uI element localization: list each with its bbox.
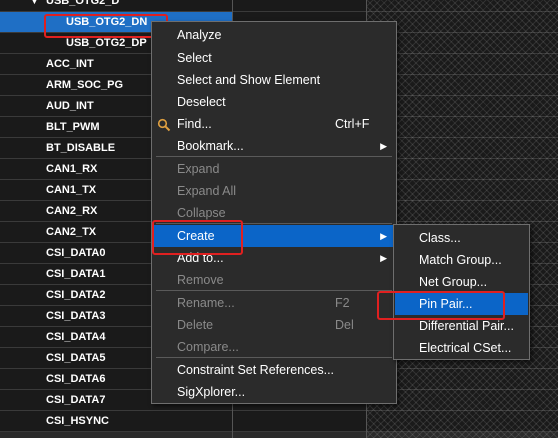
- submenu-arrow-icon: ▶: [380, 141, 387, 151]
- submenu-item-label: Electrical CSet...: [419, 341, 512, 355]
- tree-row-label: ▼ USB_OTG2_D: [0, 0, 232, 11]
- find-icon: [157, 117, 171, 132]
- menu-item-label: Constraint Set References...: [177, 363, 335, 377]
- menu-item-bookmark[interactable]: Bookmark... ▶: [153, 135, 395, 157]
- menu-item-label: Delete: [177, 318, 214, 332]
- menu-item-compare: Compare...: [153, 336, 395, 358]
- submenu-item-label: Match Group...: [419, 253, 502, 267]
- submenu-item-label: Class...: [419, 231, 461, 245]
- menu-item-deselect[interactable]: Deselect: [153, 91, 395, 113]
- menu-item-shortcut: Del: [335, 318, 354, 332]
- submenu-item-match-group[interactable]: Match Group...: [395, 249, 528, 271]
- menu-item-add-to[interactable]: Add to... ▶: [153, 247, 395, 269]
- menu-item-delete: Delete Del: [153, 314, 395, 336]
- menu-item-label: Find...: [177, 117, 212, 131]
- menu-item-label: Analyze: [177, 28, 222, 42]
- menu-item-analyze[interactable]: Analyze: [153, 24, 395, 46]
- menu-item-find[interactable]: Find... Ctrl+F: [153, 113, 395, 135]
- submenu-arrow-icon: ▶: [380, 231, 387, 241]
- menu-item-expand: Expand: [153, 158, 395, 180]
- create-submenu: Class... Match Group... Net Group... Pin Pa…: [393, 224, 530, 360]
- submenu-arrow-icon: ▶: [380, 253, 387, 263]
- menu-item-label: Create: [177, 229, 215, 243]
- menu-item-label: Collapse: [177, 206, 226, 220]
- tree-parent-label: USB_OTG2_D: [46, 0, 120, 7]
- menu-item-label: Bookmark...: [177, 139, 244, 153]
- menu-item-remove: Remove: [153, 269, 395, 291]
- menu-item-label: Compare...: [177, 340, 239, 354]
- menu-item-label: Deselect: [177, 95, 226, 109]
- menu-item-shortcut: Ctrl+F: [335, 117, 370, 131]
- menu-item-label: Expand: [177, 162, 220, 176]
- menu-item-label: Add to...: [177, 251, 224, 265]
- tree-row-label: CSI_HSYNC: [46, 415, 109, 427]
- menu-item-label: Select and Show Element: [177, 73, 321, 87]
- menu-item-label: Rename...: [177, 296, 235, 310]
- menu-item-label: Expand All: [177, 184, 237, 198]
- menu-item-expand-all: Expand All: [153, 180, 395, 202]
- menu-item-sigxplorer[interactable]: SigXplorer...: [153, 381, 395, 403]
- menu-item-rename: Rename... F2: [153, 292, 395, 314]
- submenu-item-label: Differential Pair...: [419, 319, 514, 333]
- menu-item-collapse: Collapse: [153, 202, 395, 224]
- menu-item-label: SigXplorer...: [177, 385, 246, 399]
- menu-item-select-and-show-element[interactable]: Select and Show Element: [153, 69, 395, 91]
- submenu-item-pin-pair[interactable]: Pin Pair...: [395, 293, 528, 315]
- submenu-item-net-group[interactable]: Net Group...: [395, 271, 528, 293]
- submenu-item-label: Pin Pair...: [419, 297, 473, 311]
- submenu-item-electrical-cset[interactable]: Electrical CSet...: [395, 337, 528, 359]
- menu-item-label: Select: [177, 51, 212, 65]
- menu-item-select[interactable]: Select: [153, 47, 395, 69]
- submenu-item-differential-pair[interactable]: Differential Pair...: [395, 315, 528, 337]
- menu-item-constraint-set-references[interactable]: Constraint Set References...: [153, 359, 395, 381]
- context-menu: Analyze Select Select and Show Element Dese…: [151, 21, 397, 404]
- menu-item-shortcut: F2: [335, 296, 350, 310]
- expand-toggle-icon[interactable]: ▼: [30, 0, 39, 11]
- submenu-item-class[interactable]: Class...: [395, 227, 528, 249]
- menu-item-label: Remove: [177, 273, 224, 287]
- submenu-item-label: Net Group...: [419, 275, 488, 289]
- menu-item-create[interactable]: Create ▶: [153, 225, 395, 247]
